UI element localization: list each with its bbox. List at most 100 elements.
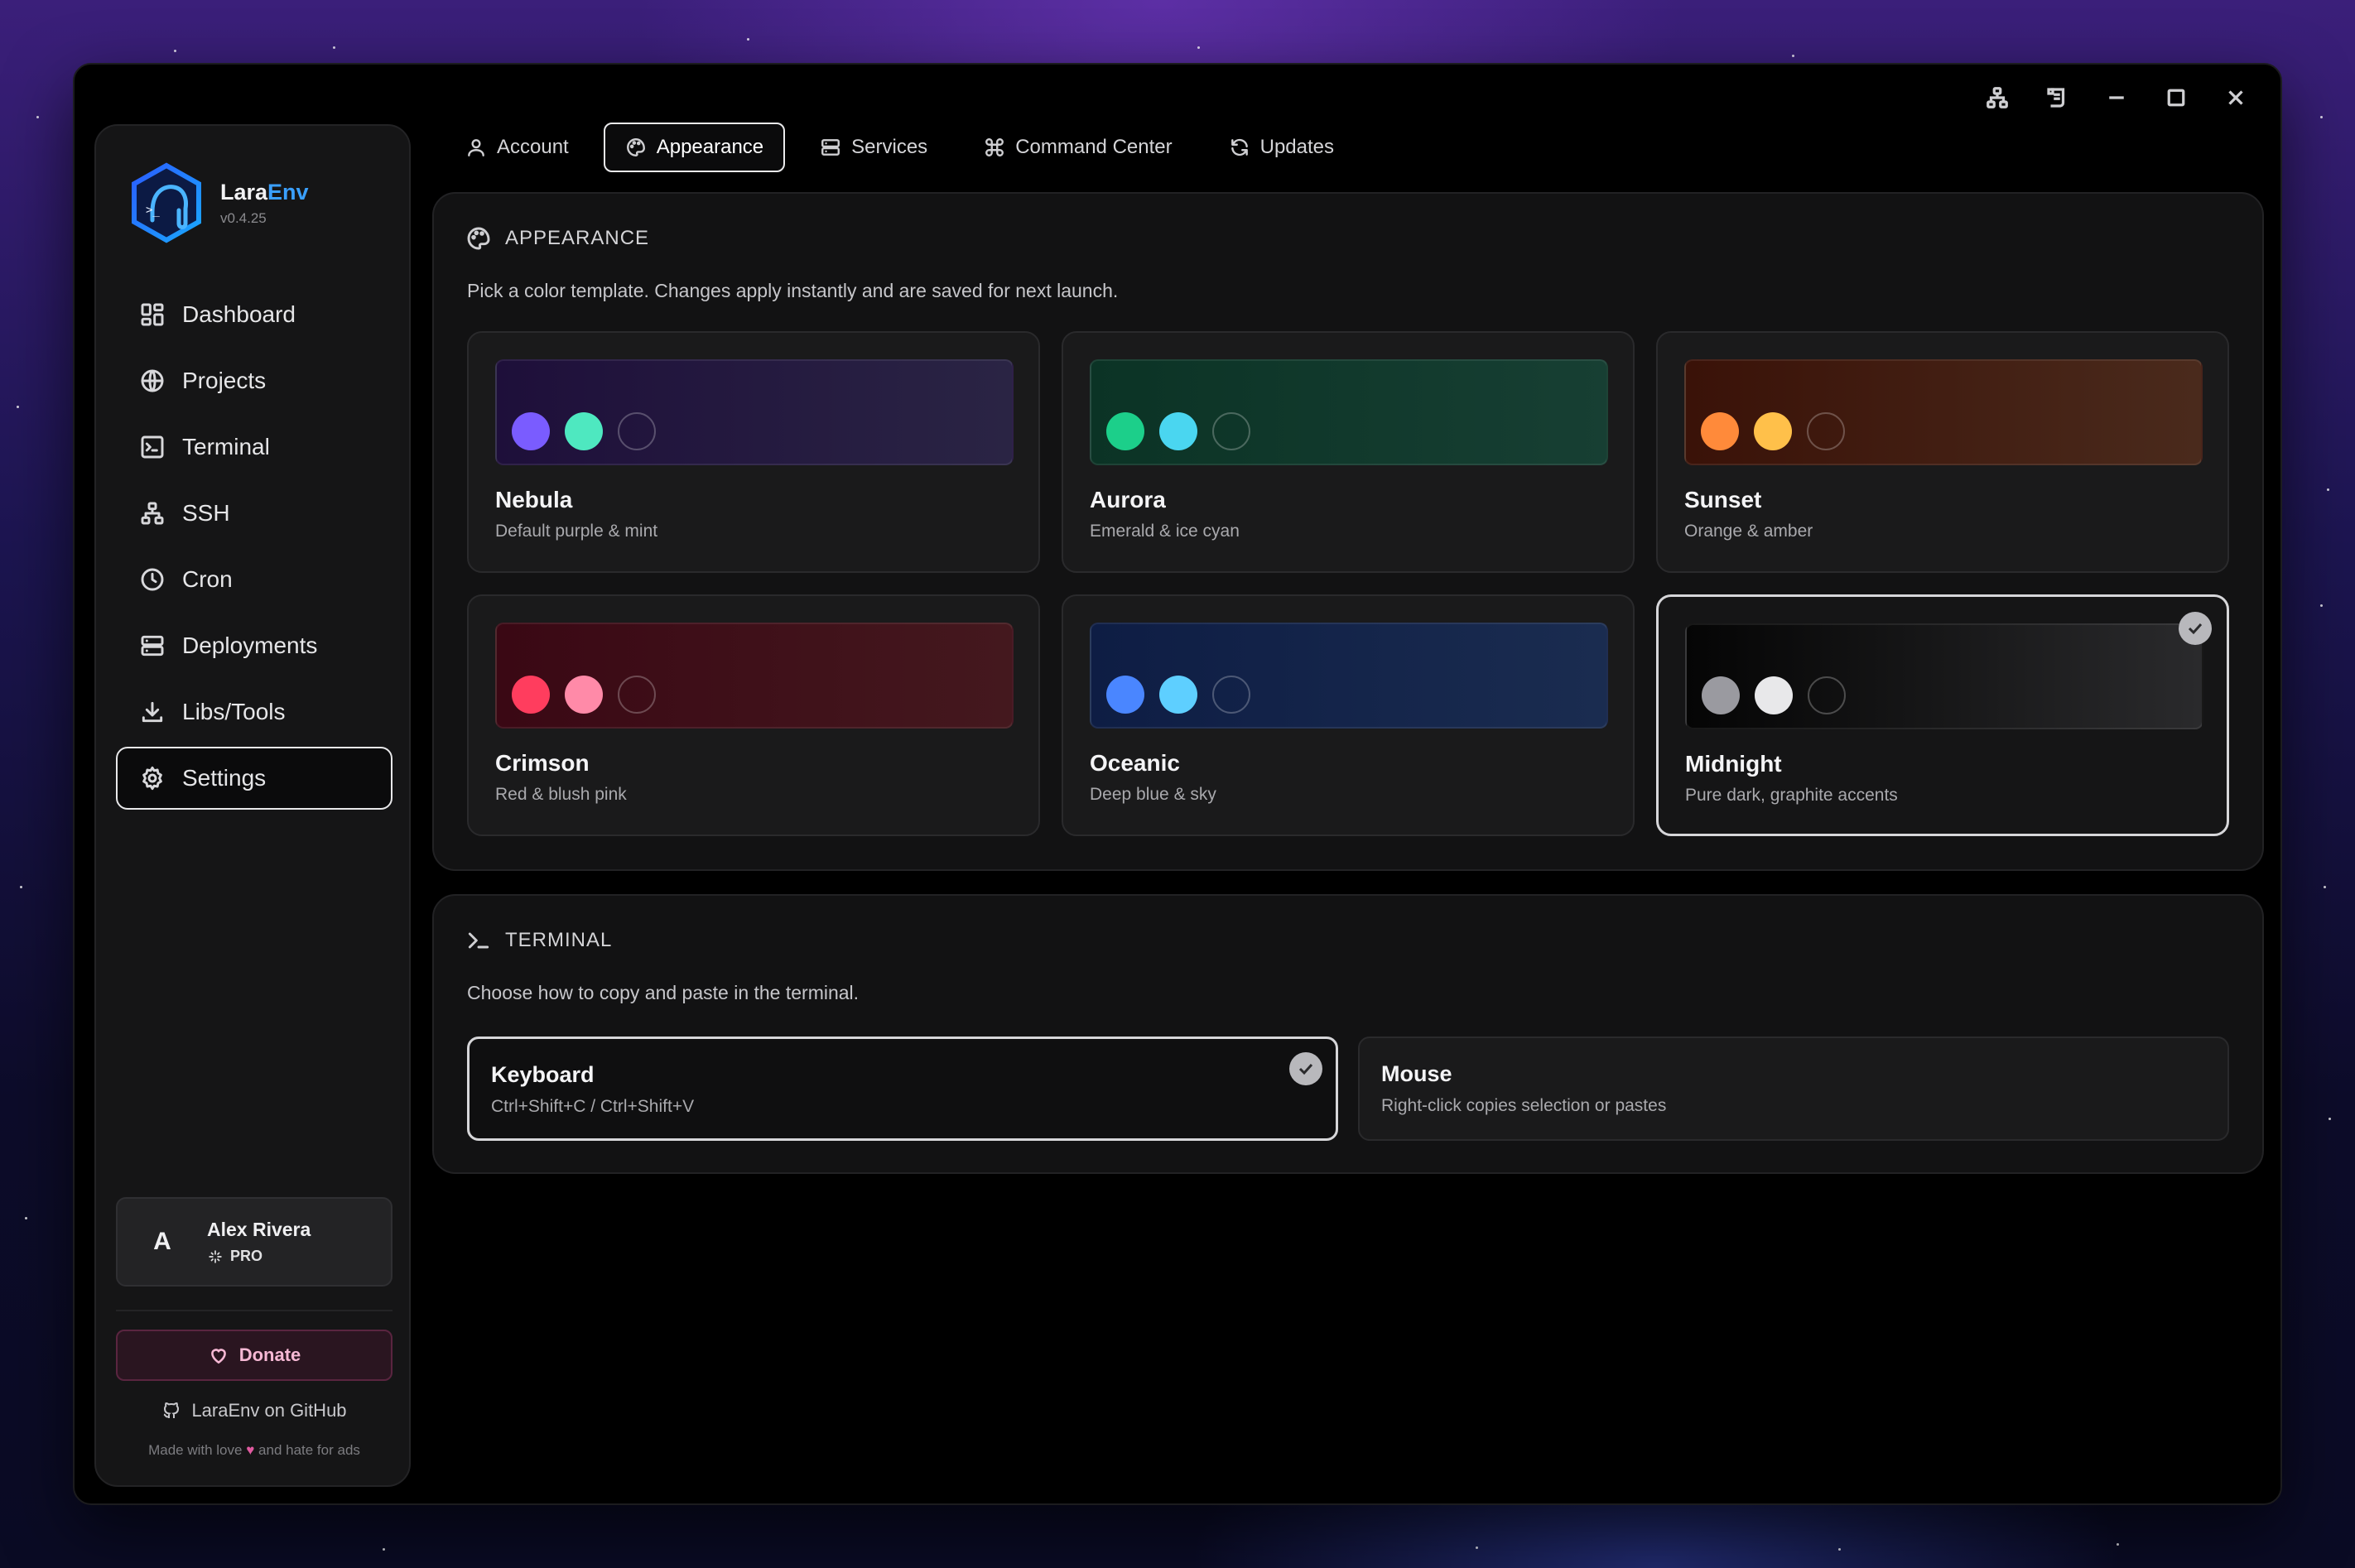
theme-swatch [1090, 623, 1608, 729]
terminal-options: Keyboard Ctrl+Shift+C / Ctrl+Shift+V Mou… [467, 1037, 2229, 1141]
theme-card-nebula[interactable]: Nebula Default purple & mint [467, 331, 1040, 573]
sidebar-item-label: SSH [182, 500, 230, 526]
color-dot [1755, 676, 1793, 714]
settings-tabs: Account Appearance Services Command Cent… [444, 123, 1356, 172]
color-dot [618, 412, 656, 450]
theme-card-oceanic[interactable]: Oceanic Deep blue & sky [1062, 594, 1635, 836]
color-dot [565, 412, 603, 450]
heart-icon: ♥ [246, 1442, 255, 1458]
github-icon [164, 1402, 180, 1418]
terminal-panel: TERMINAL Choose how to copy and paste in… [432, 894, 2264, 1174]
dashboard-icon [141, 303, 164, 326]
check-icon [2179, 612, 2212, 645]
network-icon[interactable] [1982, 83, 2012, 113]
theme-card-aurora[interactable]: Aurora Emerald & ice cyan [1062, 331, 1635, 573]
terminal-icon [141, 435, 164, 459]
tab-command-center[interactable]: Command Center [962, 123, 1193, 172]
user-tier-badge: PRO [207, 1248, 311, 1265]
download-icon [142, 701, 163, 723]
sidebar-item-deployments[interactable]: Deployments [116, 614, 392, 677]
terminal-option-mouse[interactable]: Mouse Right-click copies selection or pa… [1358, 1037, 2229, 1141]
gear-icon [142, 766, 162, 791]
donate-button[interactable]: Donate [116, 1330, 392, 1381]
option-name: Mouse [1381, 1061, 1452, 1086]
sidebar-item-libs-tools[interactable]: Libs/Tools [116, 681, 392, 743]
color-dot [1159, 676, 1197, 714]
color-dot [1702, 676, 1740, 714]
server-icon [141, 635, 164, 657]
theme-subtitle: Orange & amber [1684, 522, 1813, 541]
color-dot [1212, 676, 1250, 714]
footer-note: Made with love ♥ and hate for ads [148, 1442, 360, 1458]
elephant-logo-icon: >_ [132, 162, 201, 243]
terminal-description: Choose how to copy and paste in the term… [467, 982, 860, 1003]
theme-swatch [495, 359, 1014, 465]
color-dot [565, 676, 603, 714]
sidebar-item-settings[interactable]: Settings [116, 747, 392, 810]
option-name: Keyboard [491, 1062, 595, 1087]
theme-subtitle: Red & blush pink [495, 785, 627, 804]
app-window: >_ LaraEnv v0.4.25 Dashboard Projects Te… [73, 63, 2282, 1505]
sidebar-item-label: Cron [182, 566, 233, 592]
heart-icon [210, 1349, 226, 1364]
app-version: v0.4.25 [220, 209, 267, 226]
sidebar-item-label: Libs/Tools [182, 699, 286, 724]
tab-updates[interactable]: Updates [1207, 123, 1356, 172]
theme-card-midnight[interactable]: Midnight Pure dark, graphite accents [1656, 594, 2229, 836]
theme-name: Oceanic [1090, 750, 1180, 776]
terminal-option-keyboard[interactable]: Keyboard Ctrl+Shift+C / Ctrl+Shift+V [467, 1037, 1338, 1141]
tab-appearance[interactable]: Appearance [603, 123, 786, 172]
theme-swatch [1684, 359, 2203, 465]
sidebar-item-ssh[interactable]: SSH [116, 482, 392, 545]
terminal-heading: TERMINAL [465, 927, 612, 954]
color-dot [1212, 412, 1250, 450]
sparkle-icon [209, 1250, 222, 1263]
scroll-log-icon[interactable] [2042, 83, 2072, 113]
app-name: LaraEnv [220, 179, 309, 204]
color-dot [1701, 412, 1739, 450]
color-dot [1754, 412, 1792, 450]
theme-swatch [1090, 359, 1608, 465]
minimize-icon[interactable] [2102, 83, 2131, 113]
sidebar-divider [116, 1310, 392, 1311]
sidebar-item-dashboard[interactable]: Dashboard [116, 283, 392, 346]
color-dot [512, 676, 550, 714]
sidebar-item-projects[interactable]: Projects [116, 349, 392, 412]
theme-card-sunset[interactable]: Sunset Orange & amber [1656, 331, 2229, 573]
palette-icon [467, 227, 490, 250]
tab-account[interactable]: Account [444, 123, 590, 172]
check-icon [1289, 1052, 1322, 1085]
sidebar-item-terminal[interactable]: Terminal [116, 416, 392, 479]
server-icon [821, 139, 840, 156]
github-link[interactable]: LaraEnv on GitHub [116, 1394, 392, 1427]
sidebar-item-label: Deployments [182, 632, 318, 658]
theme-subtitle: Emerald & ice cyan [1090, 522, 1240, 541]
option-subtitle: Right-click copies selection or pastes [1381, 1096, 1667, 1115]
theme-grid: Nebula Default purple & mint Aurora Emer… [467, 331, 2229, 836]
palette-icon [626, 138, 645, 156]
theme-subtitle: Deep blue & sky [1090, 785, 1216, 804]
sidebar-item-cron[interactable]: Cron [116, 548, 392, 611]
theme-name: Crimson [495, 750, 590, 776]
theme-name: Nebula [495, 487, 573, 512]
sidebar-nav: Dashboard Projects Terminal SSH Cron Dep… [116, 283, 392, 813]
color-dot [1808, 676, 1846, 714]
color-dot [1807, 412, 1845, 450]
theme-subtitle: Pure dark, graphite accents [1685, 786, 1898, 805]
theme-name: Sunset [1684, 487, 1762, 512]
clock-icon [141, 568, 164, 591]
color-dot [1106, 676, 1144, 714]
close-icon[interactable] [2221, 83, 2251, 113]
user-name: Alex Rivera [207, 1219, 311, 1240]
theme-swatch [1685, 623, 2203, 729]
user-card[interactable]: A Alex Rivera PRO [116, 1197, 392, 1287]
maximize-icon[interactable] [2161, 83, 2191, 113]
svg-text:>_: >_ [146, 204, 160, 217]
refresh-icon [1230, 138, 1248, 156]
appearance-description: Pick a color template. Changes apply ins… [467, 280, 1119, 301]
tab-services[interactable]: Services [798, 123, 949, 172]
theme-swatch [495, 623, 1014, 729]
theme-card-crimson[interactable]: Crimson Red & blush pink [467, 594, 1040, 836]
command-icon [985, 138, 1004, 156]
network-icon [141, 502, 164, 525]
